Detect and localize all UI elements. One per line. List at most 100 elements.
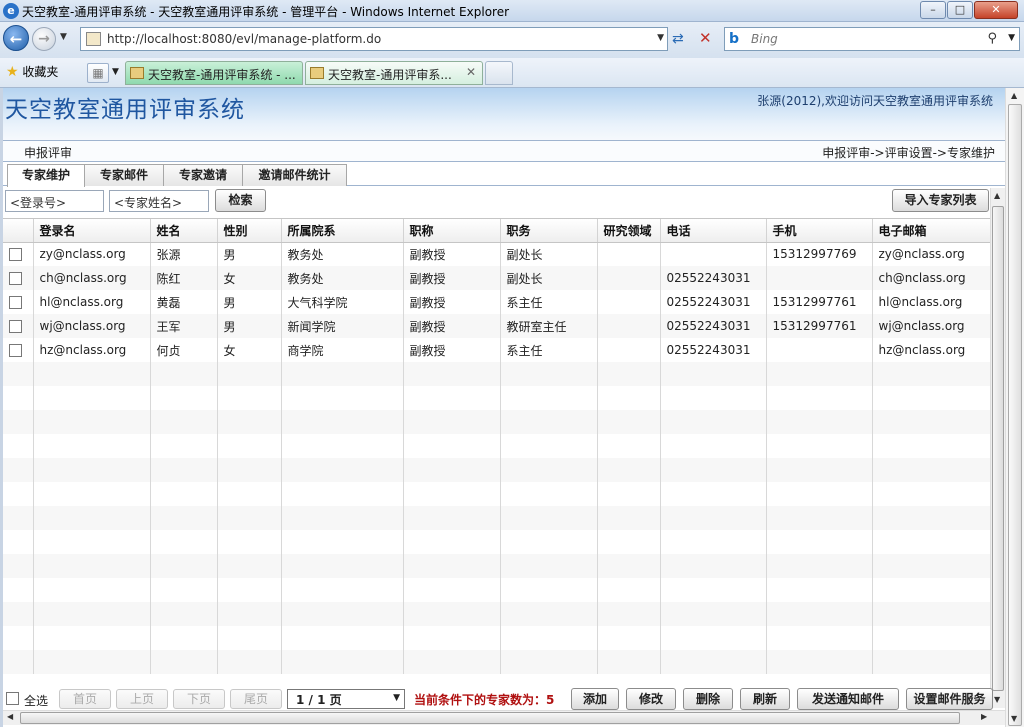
address-url[interactable]: http://localhost:8080/evl/manage-platfor…	[107, 32, 381, 46]
first-page-button[interactable]: 首页	[59, 689, 111, 709]
next-page-button[interactable]: 下页	[173, 689, 225, 709]
tab-expert-mail[interactable]: 专家邮件	[84, 164, 164, 186]
table-cell: 02552243031	[660, 266, 767, 290]
edit-button[interactable]: 修改	[626, 688, 676, 710]
table-row[interactable]	[3, 554, 990, 578]
table-row[interactable]: hl@nclass.org 黄磊男大气科学院 副教授 系主任 02552243031 15…	[3, 290, 990, 314]
prev-page-button[interactable]: 上页	[116, 689, 168, 709]
address-bar[interactable]: http://localhost:8080/evl/manage-platfor…	[80, 27, 668, 51]
tab-expert-maintenance[interactable]: 专家维护	[7, 164, 85, 187]
table-row[interactable]	[3, 506, 990, 530]
minimize-button[interactable]: –	[920, 1, 946, 19]
horizontal-scroll-thumb[interactable]	[20, 712, 960, 724]
import-experts-button[interactable]: 导入专家列表	[892, 189, 989, 212]
maximize-button[interactable]: □	[947, 1, 973, 19]
col-header[interactable]: 职务	[500, 219, 598, 243]
table-cell	[597, 578, 661, 602]
col-header[interactable]: 手机	[766, 219, 873, 243]
table-row[interactable]	[3, 602, 990, 626]
table-row[interactable]	[3, 626, 990, 650]
browser-tab-2[interactable]: 天空教室-通用评审系... ✕	[305, 61, 483, 85]
table-row[interactable]: ch@nclass.org 陈红女教务处 副教授 副处长 02552243031 ch@n…	[3, 266, 990, 290]
row-checkbox[interactable]	[9, 344, 22, 357]
search-box[interactable]: b Bing ⚲ ▼	[724, 27, 1020, 51]
table-row[interactable]	[3, 386, 990, 410]
table-cell	[403, 362, 501, 386]
table-cell	[766, 386, 873, 410]
login-input[interactable]: <登录号>	[5, 190, 104, 212]
table-row[interactable]: zy@nclass.org 张源男教务处 副教授 副处长 15312997769 zy@n…	[3, 242, 990, 266]
col-header[interactable]: 职称	[403, 219, 501, 243]
row-checkbox[interactable]	[9, 296, 22, 309]
row-checkbox-cell	[3, 626, 34, 650]
new-tab-button[interactable]	[485, 61, 513, 85]
col-header[interactable]: 电话	[660, 219, 767, 243]
table-row[interactable]	[3, 530, 990, 554]
mail-settings-button[interactable]: 设置邮件服务	[906, 688, 993, 710]
close-tab-icon[interactable]: ✕	[466, 65, 476, 79]
table-row[interactable]	[3, 410, 990, 434]
col-header[interactable]: 姓名	[150, 219, 218, 243]
select-all-checkbox[interactable]	[6, 692, 19, 705]
col-header[interactable]: 性别	[217, 219, 282, 243]
row-checkbox[interactable]	[9, 272, 22, 285]
back-button[interactable]: ←	[3, 25, 29, 51]
scroll-up-icon[interactable]: ▲	[1011, 91, 1017, 100]
table-cell	[403, 554, 501, 578]
close-window-button[interactable]: ✕	[974, 1, 1018, 19]
tab-invite-mail-stats[interactable]: 邀请邮件统计	[242, 164, 347, 186]
scroll-left-icon[interactable]: ◀	[7, 712, 13, 721]
tab-list-dropdown-icon[interactable]: ▼	[112, 67, 119, 77]
table-cell	[660, 578, 767, 602]
browser-tab-1[interactable]: 天空教室-通用评审系统 - ...	[125, 61, 303, 85]
last-page-button[interactable]: 尾页	[230, 689, 282, 709]
history-dropdown-icon[interactable]: ▼	[60, 32, 67, 42]
table-row[interactable]: wj@nclass.org 王军男新闻学院 副教授 教研室主任 02552243031 1…	[3, 314, 990, 338]
table-row[interactable]	[3, 458, 990, 482]
page-tabs: 专家维护 专家邮件 专家邀请 邀请邮件统计	[3, 164, 1007, 187]
col-header[interactable]: 登录名	[33, 219, 151, 243]
table-row[interactable]	[3, 482, 990, 506]
page-select[interactable]: 1 / 1 页 ▼	[287, 689, 405, 709]
col-header[interactable]: 所属院系	[281, 219, 404, 243]
tab-expert-invite[interactable]: 专家邀请	[163, 164, 243, 186]
col-header[interactable]: 研究领域	[597, 219, 661, 243]
scroll-down-icon[interactable]: ▼	[1011, 714, 1017, 723]
table-row[interactable]: hz@nclass.org 何贞女商学院 副教授 系主任 02552243031 hz@n…	[3, 338, 990, 362]
chevron-down-icon: ▼	[393, 693, 400, 703]
select-all-label[interactable]: 全选	[24, 692, 48, 709]
scroll-right-icon[interactable]: ▶	[981, 712, 987, 721]
row-checkbox[interactable]	[9, 320, 22, 333]
menu-item-review[interactable]: 申报评审	[24, 144, 72, 161]
search-button[interactable]: 检索	[215, 189, 266, 212]
row-checkbox-cell	[3, 554, 34, 578]
search-placeholder[interactable]: Bing	[751, 32, 778, 46]
row-checkbox[interactable]	[9, 248, 22, 262]
grid-scroll-thumb[interactable]	[992, 206, 1004, 691]
horizontal-scrollbar[interactable]: ◀ ▶	[3, 710, 1007, 725]
col-header[interactable]: 电子邮箱	[872, 219, 990, 243]
page-scroll-thumb[interactable]	[1008, 104, 1022, 726]
scroll-down-icon[interactable]: ▼	[994, 695, 1000, 704]
table-row[interactable]	[3, 578, 990, 602]
quick-tabs-icon[interactable]: ▦	[87, 63, 109, 83]
forward-button[interactable]: →	[32, 27, 56, 51]
address-dropdown-icon[interactable]: ▼	[657, 33, 664, 43]
page-vertical-scrollbar[interactable]: ▲ ▼	[1005, 88, 1024, 727]
delete-button[interactable]: 删除	[683, 688, 733, 710]
add-button[interactable]: 添加	[571, 688, 619, 710]
expert-name-input[interactable]: <专家姓名>	[109, 190, 209, 212]
scroll-up-icon[interactable]: ▲	[994, 191, 1000, 200]
stop-icon[interactable]: ✕	[699, 29, 712, 47]
table-cell	[403, 434, 501, 458]
refresh-icon[interactable]: ⇄	[672, 31, 684, 47]
refresh-button[interactable]: 刷新	[740, 688, 790, 710]
favorites-button[interactable]: ★ 收藏夹	[6, 63, 58, 80]
table-row[interactable]	[3, 434, 990, 458]
search-dropdown-icon[interactable]: ▼	[1008, 33, 1015, 43]
send-notice-mail-button[interactable]: 发送通知邮件	[797, 688, 899, 710]
search-icon[interactable]: ⚲	[987, 31, 997, 46]
table-row[interactable]	[3, 650, 990, 674]
grid-vertical-scrollbar[interactable]: ▲ ▼	[990, 188, 1005, 708]
table-row[interactable]	[3, 362, 990, 386]
